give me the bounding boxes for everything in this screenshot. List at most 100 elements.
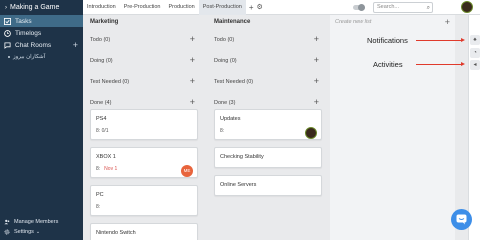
task-card[interactable]: PC 8: xyxy=(90,185,198,216)
arrow-line xyxy=(416,64,462,65)
arrow-right-icon xyxy=(461,62,465,66)
status-test-needed[interactable]: Test Needed (0) + xyxy=(207,71,325,92)
people-icon xyxy=(4,219,10,225)
notifications-icon[interactable]: ♠ xyxy=(470,35,480,45)
topbar: Introduction Pre-Production Production P… xyxy=(83,0,480,15)
chat-support-button[interactable] xyxy=(451,209,472,230)
status-count: (0) xyxy=(122,78,130,85)
add-task-button[interactable]: + xyxy=(314,34,319,44)
timer-icon[interactable]: ◔ xyxy=(470,48,480,58)
status-count: (0) xyxy=(103,36,111,43)
status-label: Test Needed xyxy=(214,78,245,85)
task-card[interactable]: Checking Stability xyxy=(214,147,322,168)
tab-production[interactable]: Production xyxy=(164,0,198,15)
card-meta: 8: Nov 1 xyxy=(96,166,118,172)
arrow-line xyxy=(416,40,462,41)
task-card[interactable]: XBOX 1 8: Nov 1 ME xyxy=(90,147,198,178)
add-task-button[interactable]: + xyxy=(314,76,319,86)
task-card[interactable]: Online Servers xyxy=(214,175,322,196)
new-list-placeholder: Create new list xyxy=(335,19,372,25)
clock-icon xyxy=(4,29,11,37)
activities-annotation: Activities xyxy=(373,60,403,69)
task-card[interactable]: Updates 8: xyxy=(214,109,322,140)
status-label: Test Needed xyxy=(90,78,121,85)
status-label: Doing xyxy=(90,57,105,64)
add-task-button[interactable]: + xyxy=(314,55,319,65)
add-task-button[interactable]: + xyxy=(190,34,195,44)
tab-post-production[interactable]: Post-Production xyxy=(198,0,246,15)
status-label: Doing xyxy=(214,57,229,64)
search-input[interactable]: Search... ⌕ xyxy=(373,2,433,13)
add-tab-icon[interactable]: + xyxy=(249,3,254,12)
add-task-button[interactable]: + xyxy=(314,97,319,107)
chat-room-item[interactable]: آشکاران بیروز xyxy=(0,51,83,62)
status-todo[interactable]: Todo (0) + xyxy=(83,29,201,50)
add-chat-room-button[interactable]: + xyxy=(73,40,78,50)
status-test-needed[interactable]: Test Needed (0) + xyxy=(83,71,201,92)
chat-bubble-icon xyxy=(456,214,467,225)
sidebar-item-label: Chat Rooms xyxy=(15,41,52,49)
activities-icon[interactable]: ◂ xyxy=(470,60,480,70)
settings-label: Settings xyxy=(14,229,34,235)
status-label: Todo xyxy=(214,36,226,43)
status-label: Done xyxy=(90,99,104,106)
sidebar-item-timelogs[interactable]: Timelogs xyxy=(0,27,83,39)
create-new-list[interactable]: Create new list + xyxy=(330,15,455,240)
add-task-button[interactable]: + xyxy=(190,55,195,65)
gear-icon xyxy=(4,229,10,235)
card-meta: 8: xyxy=(220,128,225,134)
sidebar-item-tasks[interactable]: Tasks xyxy=(0,15,83,27)
assignee-avatar[interactable] xyxy=(305,127,317,139)
status-label: Todo xyxy=(90,36,102,43)
task-card[interactable]: PS4 8: 0/1 xyxy=(90,109,198,140)
sidebar-item-label: Timelogs xyxy=(15,29,42,37)
user-avatar[interactable] xyxy=(461,1,473,13)
project-title: Making a Game xyxy=(10,4,60,11)
gear-icon[interactable]: ⚙ xyxy=(257,3,263,11)
chat-room-label: آشکاران بیروز xyxy=(13,53,46,60)
notifications-annotation: Notifications xyxy=(367,36,408,45)
card-title: PS4 xyxy=(96,116,107,122)
arrow-right-icon xyxy=(461,38,465,42)
card-title: Nintendo Switch xyxy=(96,230,136,236)
add-task-button[interactable]: + xyxy=(190,76,195,86)
card-title: PC xyxy=(96,192,104,198)
status-count: (3) xyxy=(228,99,236,106)
right-rail: ♠ ◔ ◂ xyxy=(468,15,480,240)
status-doing[interactable]: Doing (0) + xyxy=(207,50,325,71)
status-count: (0) xyxy=(246,78,254,85)
list-maintenance: Maintenance Todo (0) + Doing (0) + Test … xyxy=(207,15,325,240)
list-title[interactable]: Marketing xyxy=(83,15,201,29)
assignee-avatar[interactable]: ME xyxy=(181,165,193,177)
status-count: (0) xyxy=(229,57,237,64)
add-list-button[interactable]: + xyxy=(445,17,450,27)
settings-link[interactable]: Settings ⌄ xyxy=(0,227,83,237)
search-placeholder: Search... xyxy=(377,4,400,10)
tab-introduction[interactable]: Introduction xyxy=(83,0,120,15)
task-card[interactable]: Nintendo Switch xyxy=(90,223,198,240)
status-todo[interactable]: Todo (0) + xyxy=(207,29,325,50)
list-title[interactable]: Maintenance xyxy=(207,15,325,29)
view-toggle[interactable] xyxy=(353,4,365,11)
sidebar-item-chat-rooms[interactable]: Chat Rooms + xyxy=(0,39,83,51)
checklist-count: 0/1 xyxy=(101,128,109,134)
status-label: Done xyxy=(214,99,228,106)
tab-pre-production[interactable]: Pre-Production xyxy=(120,0,165,15)
status-count: (0) xyxy=(105,57,113,64)
status-doing[interactable]: Doing (0) + xyxy=(83,50,201,71)
manage-members-link[interactable]: Manage Members xyxy=(0,217,83,227)
search-icon: ⌕ xyxy=(426,5,430,11)
card-title: Checking Stability xyxy=(220,154,264,160)
add-task-button[interactable]: + xyxy=(190,97,195,107)
status-count: (4) xyxy=(104,99,112,106)
card-meta: 8: 0/1 xyxy=(96,128,109,134)
sidebar: › Making a Game Tasks Timelogs Chat Room… xyxy=(0,0,83,240)
project-header[interactable]: › Making a Game xyxy=(0,0,83,15)
chat-icon xyxy=(4,41,11,49)
list-marketing: Marketing Todo (0) + Doing (0) + Test Ne… xyxy=(83,15,201,240)
chevron-down-icon: ⌄ xyxy=(35,229,41,235)
bullet-icon xyxy=(8,55,10,58)
card-title: Updates xyxy=(220,116,241,122)
board: Marketing Todo (0) + Doing (0) + Test Ne… xyxy=(83,15,468,240)
card-title: XBOX 1 xyxy=(96,154,116,160)
